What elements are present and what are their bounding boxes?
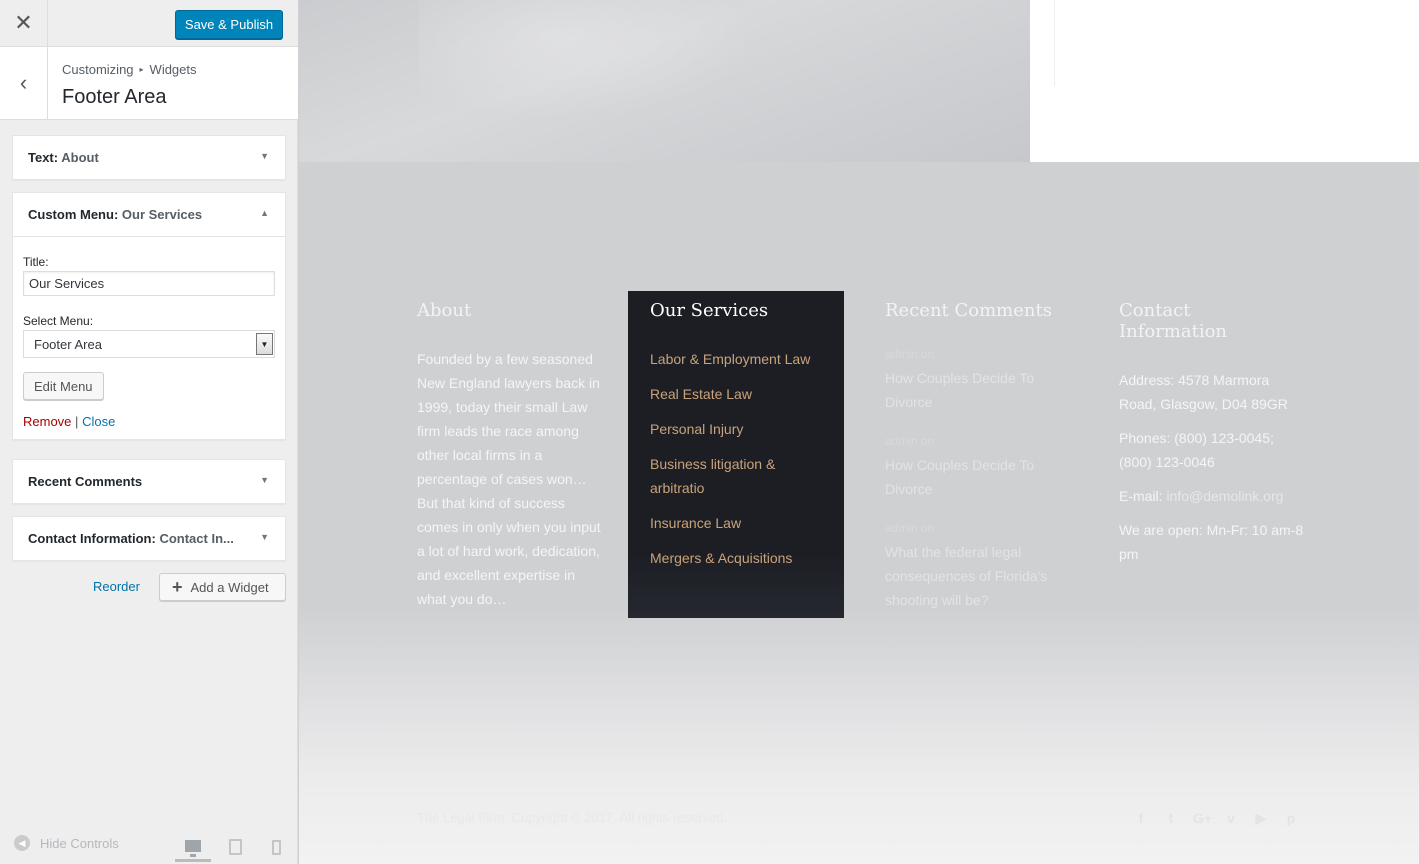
contact-heading: Contact Information: [1119, 300, 1228, 342]
widget-text-about: Text: About ▼: [12, 135, 286, 180]
widget-header[interactable]: Custom Menu: Our Services ▲: [13, 193, 285, 236]
widget-custom-menu: Custom Menu: Our Services ▲ Title: Selec…: [12, 192, 286, 440]
customizer-footer: ◀ Hide Controls: [0, 820, 298, 864]
breadcrumb-root: Customizing: [62, 62, 134, 77]
widget-name: About: [61, 150, 99, 165]
widget-name: Our Services: [121, 207, 203, 222]
select-menu-dropdown[interactable]: Footer Area ▼: [23, 330, 275, 358]
services-menu-item[interactable]: Personal Injury: [650, 417, 822, 441]
widget-type: Custom Menu: [28, 207, 114, 222]
widget-type: Text: [28, 150, 54, 165]
close-icon[interactable]: ✕: [0, 0, 48, 46]
comment-meta: admin on: [885, 434, 935, 448]
section-header: ‹ Customizing ▸ Widgets Footer Area: [0, 47, 298, 120]
google-plus-icon[interactable]: G+: [1193, 810, 1212, 827]
comment-meta: admin on: [885, 521, 935, 535]
about-heading: About: [417, 300, 472, 321]
select-menu-value: Footer Area: [34, 336, 102, 352]
widget-header[interactable]: Contact Information: Contact In... ▼: [13, 517, 285, 560]
link-divider: |: [75, 414, 79, 429]
widget-type: Contact Information: [28, 531, 152, 546]
breadcrumb: Customizing ▸ Widgets: [62, 62, 197, 77]
footer-contact: Contact Information Address: 4578 Marmor…: [1119, 291, 1304, 576]
services-menu-item[interactable]: Mergers & Acquisitions: [650, 546, 822, 570]
hero-white-panel: [1030, 0, 1419, 162]
contact-address: Address: 4578 Marmora Road, Glasgow, D04…: [1119, 372, 1288, 412]
breadcrumb-leaf: Widgets: [149, 62, 197, 77]
edit-menu-button[interactable]: Edit Menu: [23, 372, 104, 400]
tablet-preview-icon[interactable]: [217, 832, 253, 862]
services-menu-item[interactable]: Insurance Law: [650, 511, 822, 535]
expand-arrow-icon[interactable]: ▼: [260, 475, 269, 485]
widget-recent-comments: Recent Comments ▼: [12, 459, 286, 504]
close-link[interactable]: Close: [82, 414, 115, 429]
breadcrumb-separator-icon: ▸: [139, 65, 144, 74]
contact-email-row: E-mail: info@demolink.org: [1119, 484, 1304, 508]
widget-header[interactable]: Recent Comments ▼: [13, 460, 285, 503]
expand-arrow-icon[interactable]: ▼: [260, 532, 269, 542]
copyright-text: The Legal Firm. Copyright © 2017. All ri…: [417, 810, 728, 825]
youtube-icon[interactable]: ▶: [1253, 810, 1269, 827]
comments-heading: Recent Comments: [885, 300, 1052, 321]
widget-form: Title: Select Menu: Footer Area ▼ Edit M…: [13, 236, 285, 439]
collapse-arrow-icon[interactable]: ▲: [260, 208, 269, 218]
comment-link[interactable]: What the federal legal consequences of F…: [885, 540, 1075, 612]
pinterest-icon[interactable]: p: [1283, 810, 1299, 827]
widget-type: Recent Comments: [28, 474, 143, 489]
reorder-link[interactable]: Reorder: [93, 579, 140, 594]
widget-contact-information: Contact Information: Contact In... ▼: [12, 516, 286, 561]
add-widget-label: Add a Widget: [190, 579, 269, 595]
services-menu-item[interactable]: Real Estate Law: [650, 382, 822, 406]
widget-header[interactable]: Text: About ▼: [13, 136, 285, 179]
select-menu-label: Select Menu:: [23, 314, 94, 328]
widget-name: Contact In...: [159, 531, 234, 546]
customizer-sidebar: ✕ Save & Publish ‹ Customizing ▸ Widgets F…: [0, 0, 298, 864]
vimeo-icon[interactable]: v: [1223, 810, 1239, 827]
services-menu-item[interactable]: Labor & Employment Law: [650, 347, 822, 371]
services-menu: Labor & Employment Law Real Estate Law P…: [650, 347, 822, 570]
comment-meta: admin on: [885, 347, 935, 361]
facebook-icon[interactable]: f: [1133, 810, 1149, 827]
widget-actions: Remove | Close: [23, 414, 275, 429]
about-text: Founded by a few seasoned New England la…: [417, 351, 601, 607]
dropdown-arrow-icon[interactable]: ▼: [256, 333, 273, 355]
mobile-preview-icon[interactable]: [258, 832, 294, 862]
save-publish-button[interactable]: Save & Publish: [175, 10, 283, 39]
footer-services: Our Services Labor & Employment Law Real…: [628, 291, 844, 618]
remove-link[interactable]: Remove: [23, 414, 71, 429]
hide-controls-button[interactable]: ◀ Hide Controls: [14, 835, 119, 851]
contact-phones: Phones: (800) 123-0045; (800) 123-0046: [1119, 430, 1274, 470]
comment-link[interactable]: How Couples Decide To Divorce: [885, 453, 1075, 501]
footer-recent-comments: Recent Comments admin on How Couples Dec…: [885, 291, 1075, 632]
contact-hours: We are open: Mn-Fr: 10 am-8 pm: [1119, 522, 1304, 562]
email-label: E-mail:: [1119, 488, 1167, 504]
title-input[interactable]: [23, 271, 275, 296]
social-links: f t G+ v ▶ p: [1133, 810, 1299, 827]
services-menu-item[interactable]: Business litigation & arbitratio: [650, 452, 822, 500]
site-preview: About Founded by a few seasoned New Engl…: [299, 0, 1419, 864]
plus-icon: +: [172, 577, 183, 597]
desktop-preview-icon[interactable]: [175, 832, 211, 862]
hero-image: [299, 0, 1030, 162]
back-arrow-icon[interactable]: ‹: [0, 47, 48, 119]
title-label: Title:: [23, 255, 49, 269]
customizer-header: ✕ Save & Publish: [0, 0, 298, 47]
email-link[interactable]: info@demolink.org: [1166, 488, 1283, 504]
twitter-icon[interactable]: t: [1163, 810, 1179, 827]
footer-about: About Founded by a few seasoned New Engl…: [417, 291, 607, 611]
section-title: Footer Area: [62, 86, 167, 108]
comment-link[interactable]: How Couples Decide To Divorce: [885, 366, 1075, 414]
add-widget-button[interactable]: + Add a Widget: [159, 573, 286, 601]
hide-controls-label: Hide Controls: [40, 835, 119, 851]
collapse-icon: ◀: [14, 835, 30, 851]
expand-arrow-icon[interactable]: ▼: [260, 151, 269, 161]
services-heading: Our Services: [650, 300, 769, 321]
